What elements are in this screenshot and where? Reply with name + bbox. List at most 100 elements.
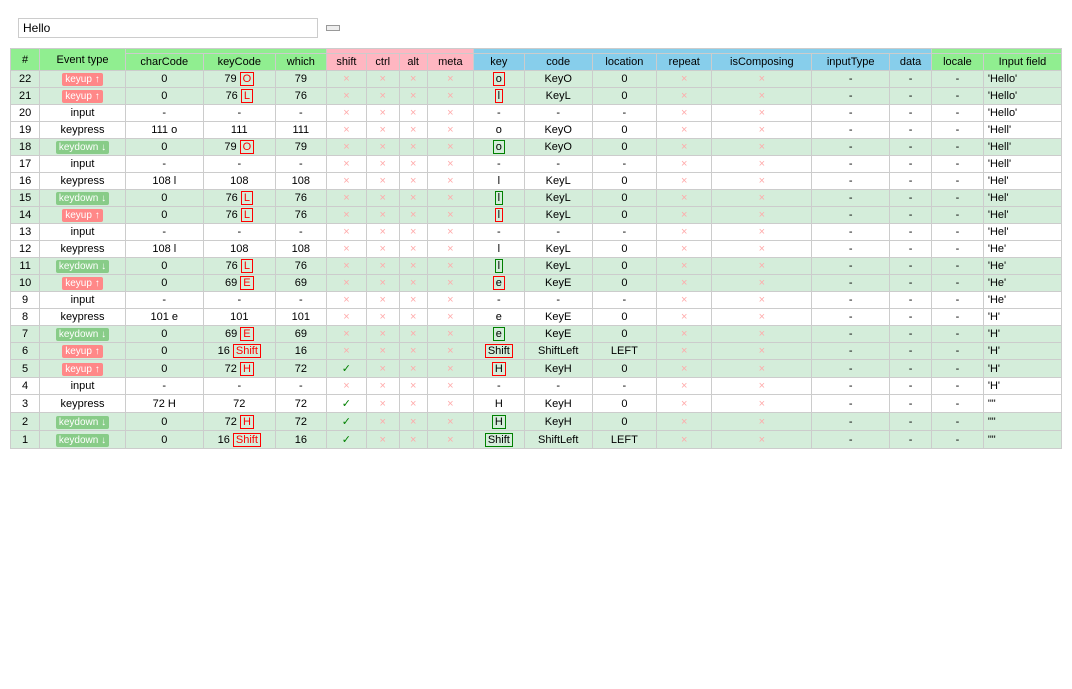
keyup-badge: keyup ↑ (62, 73, 102, 86)
cell-iscomposing: × (712, 71, 812, 88)
table-row: 3keypress72 H7272✓×××HKeyH0××---"" (11, 395, 1062, 413)
cell-eventtype: keydown ↓ (40, 431, 126, 449)
keydown-badge: keydown ↓ (56, 260, 109, 273)
cell-alt: × (399, 241, 427, 258)
cell-ctrl: × (366, 413, 399, 431)
cell-data: - (890, 122, 932, 139)
cell-data: - (890, 431, 932, 449)
cell-meta: × (427, 241, 473, 258)
cell-which: - (275, 224, 326, 241)
cell-location: LEFT (592, 343, 657, 360)
cell-iscomposing: × (712, 241, 812, 258)
cell-key: Shift (473, 343, 524, 360)
cell-repeat: × (657, 139, 712, 156)
cell-data: - (890, 292, 932, 309)
cell-keycode: 16 Shift (203, 343, 275, 360)
cell-num: 2 (11, 413, 40, 431)
cell-location: 0 (592, 139, 657, 156)
cell-iscomposing: × (712, 173, 812, 190)
cell-which: 76 (275, 88, 326, 105)
cell-charcode: 0 (125, 258, 203, 275)
cell-repeat: × (657, 309, 712, 326)
cell-data: - (890, 173, 932, 190)
cell-code: KeyE (524, 309, 592, 326)
table-row: 10keyup ↑069 E69××××eKeyE0××---'He' (11, 275, 1062, 292)
cell-repeat: × (657, 173, 712, 190)
cell-location: 0 (592, 360, 657, 378)
table-row: 8keypress101 e101101××××eKeyE0××---'H' (11, 309, 1062, 326)
cell-which: 16 (275, 343, 326, 360)
cell-repeat: × (657, 275, 712, 292)
table-row: 7keydown ↓069 E69××××eKeyE0××---'H' (11, 326, 1062, 343)
cell-alt: × (399, 173, 427, 190)
cell-which: 16 (275, 431, 326, 449)
cell-num: 6 (11, 343, 40, 360)
cell-which: 101 (275, 309, 326, 326)
cell-shift: ✓ (326, 413, 366, 431)
cell-charcode: 0 (125, 139, 203, 156)
cell-locale: - (932, 105, 984, 122)
cell-inputtype: - (812, 88, 890, 105)
keycode-badge: E (240, 276, 253, 290)
col-iscomposing: isComposing (712, 54, 812, 71)
cell-location: 0 (592, 122, 657, 139)
cell-shift: × (326, 258, 366, 275)
cell-code: KeyL (524, 190, 592, 207)
cell-num: 11 (11, 258, 40, 275)
cell-inputtype: - (812, 207, 890, 224)
cell-eventtype: input (40, 224, 126, 241)
col-code: code (524, 54, 592, 71)
cell-iscomposing: × (712, 343, 812, 360)
keyup-badge: keyup ↑ (62, 277, 102, 290)
cell-num: 14 (11, 207, 40, 224)
cell-meta: × (427, 343, 473, 360)
clear-button[interactable] (326, 25, 340, 31)
cell-data: - (890, 156, 932, 173)
cell-repeat: × (657, 326, 712, 343)
cell-meta: × (427, 207, 473, 224)
cell-inputfield: 'Hel' (983, 173, 1061, 190)
cell-iscomposing: × (712, 292, 812, 309)
cell-code: KeyL (524, 258, 592, 275)
keycode-badge: O (240, 140, 255, 154)
cell-keycode: - (203, 224, 275, 241)
cell-meta: × (427, 275, 473, 292)
cell-repeat: × (657, 241, 712, 258)
cell-eventtype: keyup ↑ (40, 360, 126, 378)
table-row: 22keyup ↑079 O79××××oKeyO0××---'Hello' (11, 71, 1062, 88)
cell-keycode: 111 (203, 122, 275, 139)
cell-iscomposing: × (712, 139, 812, 156)
cell-data: - (890, 395, 932, 413)
cell-code: KeyE (524, 275, 592, 292)
cell-meta: × (427, 258, 473, 275)
cell-keycode: 101 (203, 309, 275, 326)
cell-iscomposing: × (712, 258, 812, 275)
cell-code: - (524, 224, 592, 241)
cell-inputtype: - (812, 156, 890, 173)
cell-locale: - (932, 241, 984, 258)
table-row: 9input---××××---××---'He' (11, 292, 1062, 309)
cell-inputfield: "" (983, 413, 1061, 431)
key-badge: o (493, 140, 505, 154)
col-ctrl: ctrl (366, 54, 399, 71)
cell-shift: × (326, 292, 366, 309)
cell-charcode: 0 (125, 275, 203, 292)
cell-code: KeyO (524, 122, 592, 139)
cell-alt: × (399, 258, 427, 275)
cell-meta: × (427, 292, 473, 309)
text-input[interactable] (18, 18, 318, 38)
cell-code: - (524, 105, 592, 122)
cell-code: - (524, 292, 592, 309)
cell-data: - (890, 207, 932, 224)
cell-num: 12 (11, 241, 40, 258)
table-row: 20input---××××---××---'Hello' (11, 105, 1062, 122)
cell-inputfield: 'H' (983, 326, 1061, 343)
cell-code: ShiftLeft (524, 343, 592, 360)
cell-data: - (890, 258, 932, 275)
cell-charcode: 0 (125, 207, 203, 224)
cell-ctrl: × (366, 241, 399, 258)
cell-charcode: - (125, 224, 203, 241)
cell-inputfield: 'Hello' (983, 88, 1061, 105)
cell-ctrl: × (366, 190, 399, 207)
cell-key: - (473, 105, 524, 122)
